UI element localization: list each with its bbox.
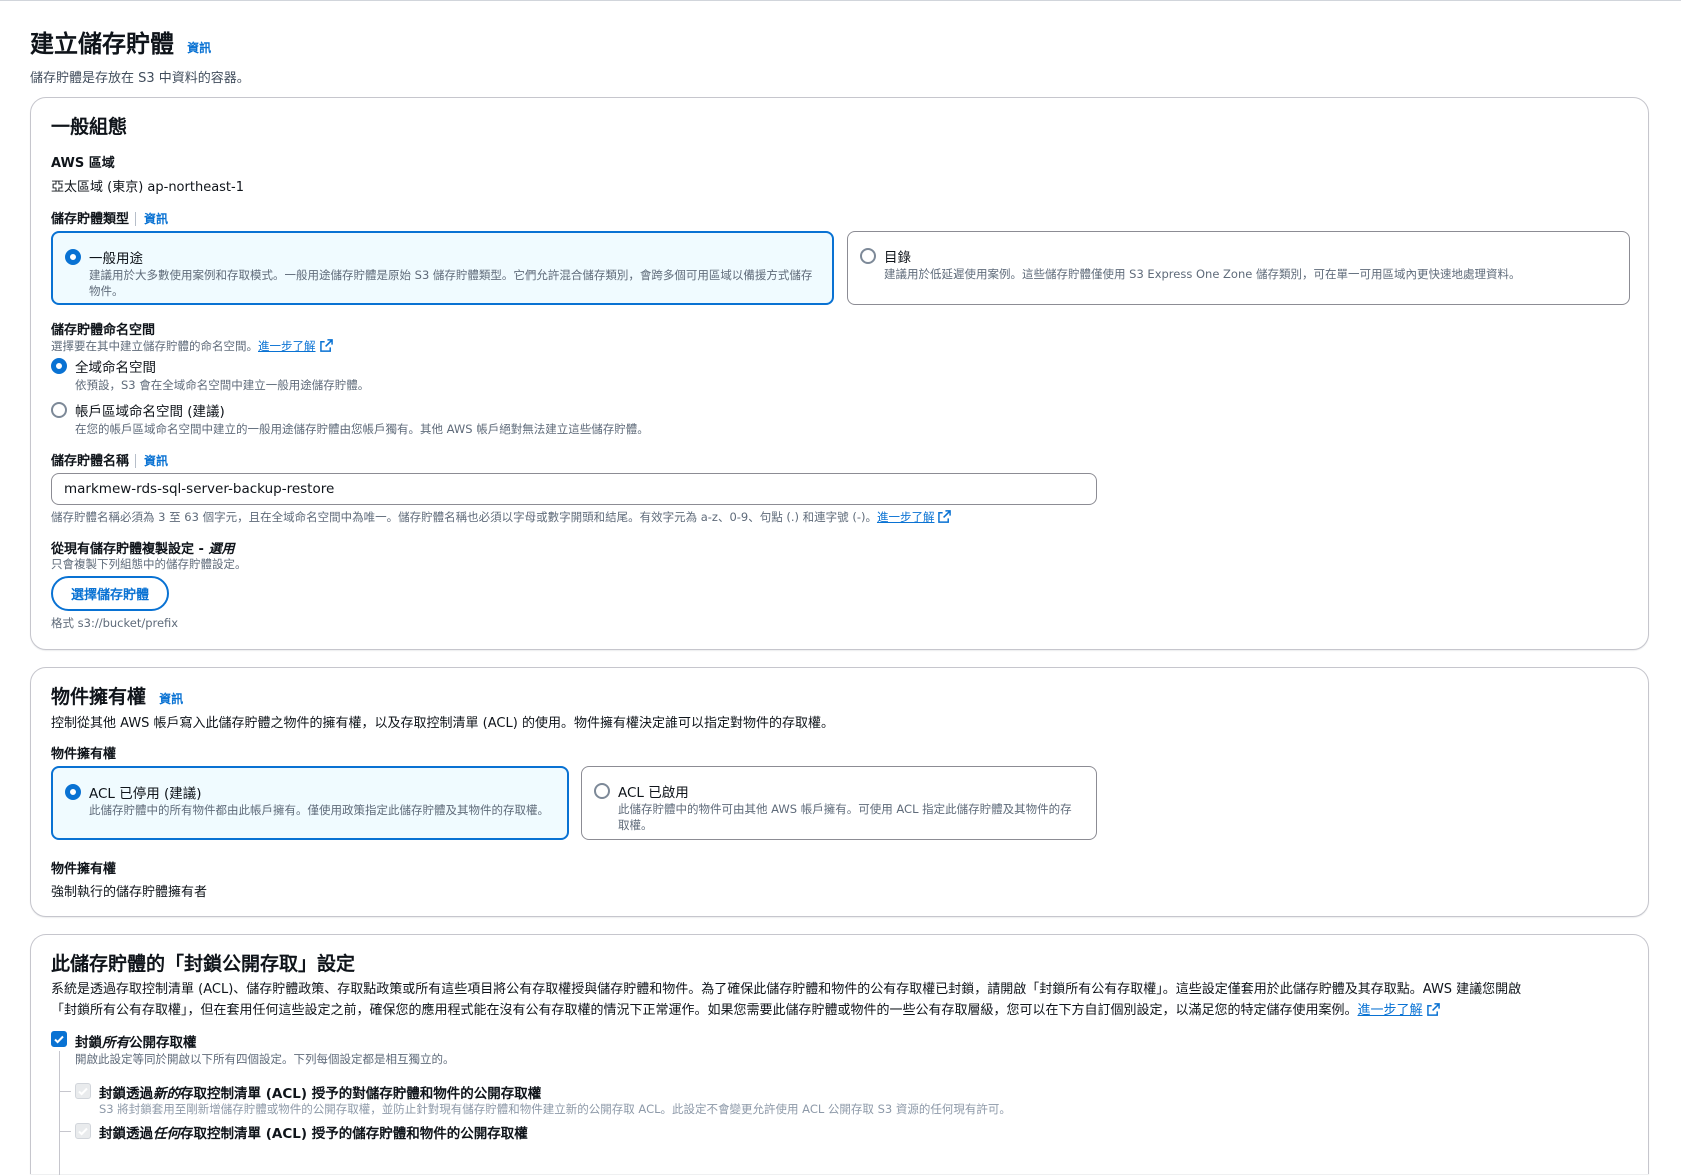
bucket-type-desc: 建議用於大多數使用案例和存取模式。一般用途儲存貯體是原始 S3 儲存貯體類型。它… [89,268,813,298]
namespace-option-account-regional[interactable]: 帳戶區域命名空間 (建議) 在您的帳戶區域命名空間中建立的一般用途儲存貯體由您帳… [51,400,951,440]
radio-acl-enabled[interactable] [594,783,610,799]
tree-line [59,1051,60,1175]
external-link-icon [938,510,952,523]
radio-acl-disabled[interactable] [65,784,81,800]
bucket-type-label: 儲存貯體類型 [51,212,130,227]
ownership-result-label: 物件擁有權 [51,862,117,877]
block-public-access-card: 此儲存貯體的「封鎖公開存取」設定 系統是透過存取控制清單 (ACL)、儲存貯體政… [30,934,1649,1175]
bucket-name-learn-more-link[interactable]: 進一步了解 [877,510,935,524]
page-info-link[interactable]: 資訊 [187,41,211,55]
tree-branch [59,1091,71,1092]
page-header: 建立儲存貯體 資訊 儲存貯體是存放在 S3 中資料的容器。 [30,24,250,86]
general-config-heading: 一般組態 [51,116,128,138]
page-description: 儲存貯體是存放在 S3 中資料的容器。 [30,71,250,86]
object-ownership-heading: 物件擁有權 [51,686,147,708]
object-ownership-desc: 控制從其他 AWS 帳戶寫入此儲存貯體之物件的擁有權，以及存取控制清單 (ACL… [51,716,834,731]
namespace-option-global[interactable]: 全域命名空間 依預設，S3 會在全域命名空間中建立一般用途儲存貯體。 [51,356,751,396]
choose-bucket-button[interactable]: 選擇儲存貯體 [51,576,170,611]
copy-settings-label: 從現有儲存貯體複製設定 - 選用 [51,542,235,557]
bucket-name-hint: 儲存貯體名稱必須為 3 至 63 個字元，且在全域命名空間中為唯一。儲存貯體名稱… [51,510,877,524]
page-title: 建立儲存貯體 [30,30,174,58]
bucket-type-directory[interactable]: 目錄 建議用於低延遲使用案例。這些儲存貯體僅使用 S3 Express One … [847,231,1630,305]
block-new-acl-checkbox[interactable] [75,1083,91,1099]
top-divider [0,0,1681,1]
optional-tag: 選用 [208,542,235,557]
object-ownership-label: 物件擁有權 [51,747,117,762]
external-link-icon [1426,1003,1440,1016]
radio-general-purpose[interactable] [65,249,81,265]
namespace-desc: 在您的帳戶區域命名空間中建立的一般用途儲存貯體由您帳戶獨有。其他 AWS 帳戶絕… [75,422,649,436]
tree-branch [59,1131,71,1132]
ownership-title: ACL 已停用 (建議) [89,786,202,802]
ownership-title: ACL 已啟用 [618,785,689,801]
check-icon [78,1127,88,1136]
ownership-acl-enabled[interactable]: ACL 已啟用 此儲存貯體中的物件可由其他 AWS 帳戶擁有。可使用 ACL 指… [581,766,1097,840]
bucket-type-info-link[interactable]: 資訊 [135,212,169,226]
bucket-name-info-link[interactable]: 資訊 [135,454,169,468]
block-any-acl-label: 封鎖透過任何存取控制清單 (ACL) 授予的儲存貯體和物件的公開存取權 [99,1126,528,1142]
namespace-desc: 選擇要在其中建立儲存貯體的命名空間。 [51,339,258,353]
namespace-title: 帳戶區域命名空間 (建議) [75,404,225,420]
block-new-acl-desc: S3 將封鎖套用至剛新增儲存貯體或物件的公開存取權，並防止針對現有儲存貯體和物件… [99,1102,1011,1116]
format-hint: 格式 s3://bucket/prefix [51,616,179,630]
block-public-access-desc: 系統是透過存取控制清單 (ACL)、儲存貯體政策、存取點政策或所有這些項目將公有… [51,982,1522,1018]
external-link-icon [319,339,333,352]
radio-account-regional-namespace[interactable] [51,402,67,418]
general-config-card: 一般組態 AWS 區域 亞太區域 (東京) ap-northeast-1 儲存貯… [30,97,1649,650]
bucket-type-desc: 建議用於低延遲使用案例。這些儲存貯體僅使用 S3 Express One Zon… [884,267,1521,281]
radio-directory[interactable] [860,248,876,264]
object-ownership-card: 物件擁有權 資訊 控制從其他 AWS 帳戶寫入此儲存貯體之物件的擁有權，以及存取… [30,667,1649,917]
ownership-acl-disabled[interactable]: ACL 已停用 (建議) 此儲存貯體中的所有物件都由此帳戶擁有。僅使用政策指定此… [51,766,569,840]
namespace-title: 全域命名空間 [75,360,156,376]
object-ownership-info-link[interactable]: 資訊 [159,692,183,706]
bucket-type-general-purpose[interactable]: 一般用途 建議用於大多數使用案例和存取模式。一般用途儲存貯體是原始 S3 儲存貯… [51,231,834,305]
check-icon [78,1087,88,1096]
block-public-learn-more-link[interactable]: 進一步了解 [1358,1003,1423,1018]
block-new-acl-label: 封鎖透過新的存取控制清單 (ACL) 授予的對儲存貯體和物件的公開存取權 [99,1086,542,1102]
check-icon [54,1035,64,1044]
ownership-desc: 此儲存貯體中的物件可由其他 AWS 帳戶擁有。可使用 ACL 指定此儲存貯體及其… [618,802,1072,832]
region-label: AWS 區域 [51,156,115,171]
namespace-label: 儲存貯體命名空間 [51,323,156,338]
block-public-access-heading: 此儲存貯體的「封鎖公開存取」設定 [51,953,356,975]
ownership-desc: 此儲存貯體中的所有物件都由此帳戶擁有。僅使用政策指定此儲存貯體及其物件的存取權。 [89,803,549,817]
bucket-name-input[interactable]: markmew-rds-sql-server-backup-restore [51,473,1097,505]
block-all-desc: 開啟此設定等同於開啟以下所有四個設定。下列每個設定都是相互獨立的。 [75,1052,455,1066]
namespace-learn-more-link[interactable]: 進一步了解 [258,339,316,353]
block-all-label: 封鎖所有公開存取權 [75,1035,197,1051]
region-value: 亞太區域 (東京) ap-northeast-1 [51,180,244,195]
bucket-type-title: 目錄 [884,250,911,266]
namespace-desc: 依預設，S3 會在全域命名空間中建立一般用途儲存貯體。 [75,378,370,392]
block-any-acl-checkbox[interactable] [75,1123,91,1139]
ownership-result-value: 強制執行的儲存貯體擁有者 [51,885,208,900]
radio-global-namespace[interactable] [51,358,67,374]
copy-settings-desc: 只會複製下列組態中的儲存貯體設定。 [51,557,247,571]
block-all-checkbox[interactable] [51,1031,67,1047]
bucket-name-label: 儲存貯體名稱 [51,454,130,469]
bucket-type-title: 一般用途 [89,251,143,267]
